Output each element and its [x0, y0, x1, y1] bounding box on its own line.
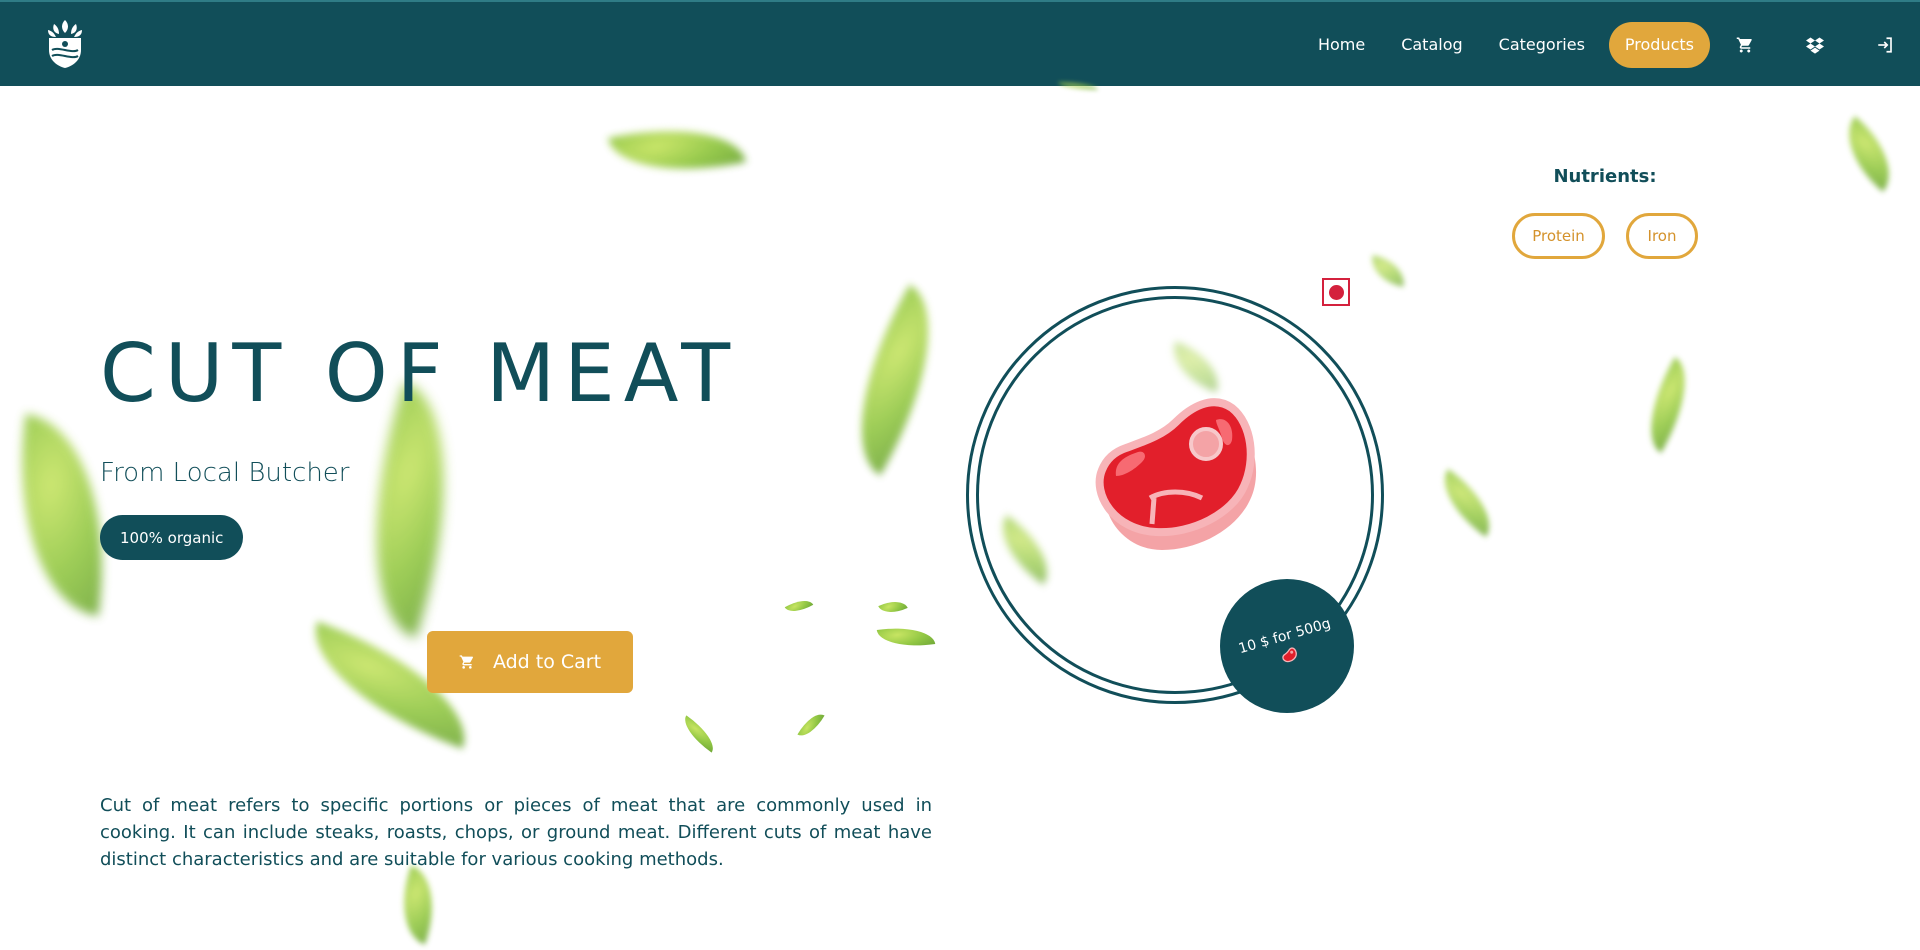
organic-badge: 100% organic — [100, 515, 244, 560]
add-to-cart-button[interactable]: Add to Cart — [427, 631, 633, 693]
nav-catalog[interactable]: Catalog — [1383, 22, 1480, 68]
page-subtitle: From Local Butcher — [100, 458, 350, 488]
steak-icon — [1282, 647, 1297, 663]
dropbox-icon[interactable] — [1780, 22, 1850, 68]
nutrient-tag-iron[interactable]: Iron — [1626, 213, 1698, 259]
page-title: CUT OF MEAT — [100, 327, 740, 420]
nav-products[interactable]: Products — [1608, 22, 1710, 68]
nav-categories[interactable]: Categories — [1481, 22, 1603, 68]
nutrient-tag-protein[interactable]: Protein — [1512, 213, 1605, 259]
steak-icon — [1086, 390, 1266, 560]
logo-icon[interactable] — [44, 16, 86, 70]
product-description: Cut of meat refers to specific portions … — [100, 795, 932, 870]
leaf-decoration — [677, 715, 721, 753]
record-indicator-icon[interactable] — [1322, 278, 1350, 306]
cart-icon[interactable] — [1710, 22, 1780, 68]
leaf-decoration — [784, 594, 814, 618]
leaf-decoration — [819, 284, 971, 476]
leaf-decoration — [608, 111, 746, 189]
leaf-decoration — [876, 622, 936, 652]
nutrients-heading: Nutrients: — [1553, 166, 1657, 187]
nav-home[interactable]: Home — [1300, 22, 1383, 68]
leaf-decoration — [1629, 357, 1707, 453]
add-to-cart-label: Add to Cart — [492, 651, 602, 673]
leaf-decoration — [0, 413, 125, 617]
top-navbar: Home Catalog Categories Products — [0, 0, 1920, 86]
leaf-decoration — [1428, 468, 1506, 538]
leaf-decoration — [387, 865, 449, 945]
leaf-decoration — [1368, 255, 1408, 287]
leaf-decoration — [1829, 116, 1909, 192]
leaf-decoration — [797, 708, 825, 742]
main-nav: Home Catalog Categories Products — [1300, 22, 1920, 68]
leaf-decoration — [878, 595, 908, 619]
cart-icon — [459, 654, 475, 670]
login-icon[interactable] — [1850, 22, 1920, 68]
price-badge: 10 $ for 500g — [1220, 579, 1354, 713]
